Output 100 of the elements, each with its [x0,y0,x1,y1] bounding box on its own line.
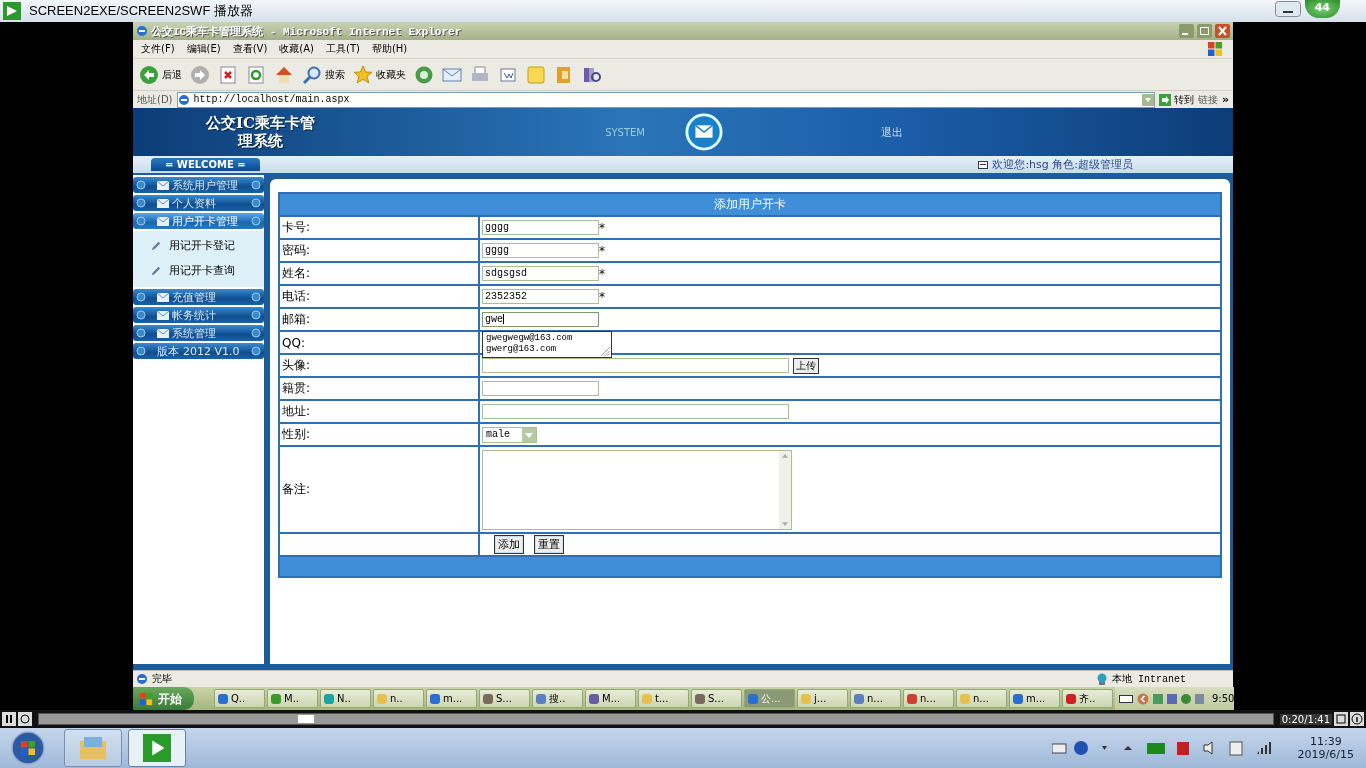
input-field[interactable] [482,404,789,419]
back-button[interactable]: 后退 [137,62,184,87]
input-field[interactable]: sdgsgsd [482,266,599,281]
taskbar-button[interactable]: S... [691,689,742,708]
taskbar-app-button[interactable] [128,729,186,767]
bullet-icon [251,180,261,190]
suggestion-item[interactable]: gwegwegw@163.com [486,333,573,344]
input-field[interactable]: 2352352 [482,289,599,304]
form-button[interactable]: 重置 [534,535,564,554]
input-field[interactable] [482,358,789,373]
taskbar-button[interactable]: 齐.. [1062,689,1113,708]
tray-clock: 9:50 [1212,693,1235,704]
menu-item[interactable]: 编辑(E) [186,42,221,56]
envelope-icon [157,216,169,226]
form-title: 添加用户开卡 [279,193,1221,216]
pencil-icon [151,240,161,251]
address-field[interactable]: http://localhost/main.aspx [176,91,1155,108]
app-icon [482,692,494,705]
bullet-icon [251,310,261,320]
search-button[interactable]: 搜索 [300,62,347,87]
zone-label: 本地 Intranet [1112,672,1186,686]
scrollbar[interactable] [779,450,791,529]
upload-button[interactable]: 上传 [793,357,819,374]
notification-badge: 44 [1304,0,1340,18]
keyboard-icon[interactable] [1119,692,1133,705]
more-chevron[interactable]: » [1221,93,1229,106]
input-field[interactable]: gggg [482,243,599,258]
bullet-icon [136,216,146,226]
start-orb-icon[interactable] [10,730,46,766]
envelope-icon [157,292,169,302]
taskbar-button[interactable]: 搜.. [532,689,583,708]
maximize-icon[interactable] [1197,24,1212,38]
taskbar-button[interactable]: n... [850,689,901,708]
progress-thumb[interactable] [298,715,315,723]
envelope-icon [157,198,169,208]
field-label: 性别: [282,427,311,441]
sidebar-link[interactable]: 用记开卡查询 [169,263,235,278]
taskbar-button[interactable]: N.. [320,689,371,708]
close-icon[interactable] [1215,24,1230,38]
menu-item[interactable]: 工具(T) [326,42,360,56]
focused-input-field[interactable]: gwe [482,312,599,327]
sidebar-item[interactable]: 个人资料 [133,195,264,211]
suggestion-item[interactable]: gwerg@163.com [486,344,557,355]
go-button[interactable]: 转到 [1158,92,1194,107]
folder-icon [78,734,108,762]
windows-logo-icon [139,691,153,706]
remarks-textarea[interactable] [482,449,792,530]
window-title: 公交IC乘车卡管理系统 - Microsoft Internet Explorer [151,24,462,39]
ie-icon [136,25,148,37]
sidebar-item[interactable]: 系统管理 [133,325,264,341]
input-field[interactable]: gggg [482,220,599,235]
taskbar-button[interactable]: n.. [373,689,424,708]
app-icon [853,692,865,705]
pause-icon[interactable] [2,712,16,726]
required-mark: * [599,289,605,304]
menu-item[interactable]: 帮助(H) [371,42,408,56]
taskbar-button[interactable]: m... [1009,689,1060,708]
form-button[interactable]: 添加 [494,535,524,554]
sidebar-link[interactable]: 用记开卡登记 [169,238,235,253]
app-icon [270,692,282,705]
sidebar-item[interactable]: 帐务统计 [133,307,264,323]
taskbar-button[interactable]: n... [903,689,954,708]
taskbar-button[interactable]: S... [479,689,530,708]
resize-grip-icon[interactable] [601,347,610,356]
bullet-icon [251,292,261,302]
taskbar-button[interactable]: Q.. [214,689,265,708]
input-field[interactable] [482,381,599,396]
taskbar-button[interactable]: M... [585,689,636,708]
sidebar-item[interactable]: 用户开卡管理 [133,213,264,229]
menu-item[interactable]: 查看(V) [232,42,268,56]
taskbar-button[interactable]: j... [797,689,848,708]
start-button[interactable]: 开始 [133,687,194,710]
sidebar-item[interactable]: 系统用户管理 [133,177,264,193]
taskbar-button[interactable]: M.. [267,689,318,708]
field-label: QQ: [282,335,305,350]
network-icon [1096,673,1108,685]
progress-track[interactable] [38,713,1274,725]
app-icon [588,692,600,705]
taskbar-button[interactable]: m... [426,689,477,708]
minimize-icon[interactable] [1274,1,1301,17]
fullscreen-icon[interactable] [1334,712,1348,726]
taskbar-button[interactable]: n... [956,689,1007,708]
links-label[interactable]: 链接 [1197,92,1218,107]
taskbar-app-button[interactable] [64,729,122,767]
version-label: 版本 2012 V1.0 [156,343,241,359]
autocomplete-dropdown[interactable]: gwegwegw@163.com gwerg@163.com [482,331,612,358]
field-label: 地址: [282,404,311,418]
logout-link[interactable]: 退出 [881,124,903,140]
address-label: 地址(D) [137,92,173,107]
bullet-icon [136,198,146,208]
menu-item[interactable]: 收藏(A) [279,42,314,56]
menu-item[interactable]: 文件(F) [141,42,175,56]
info-icon[interactable] [1350,712,1364,726]
taskbar-button[interactable]: t... [638,689,689,708]
sidebar-item[interactable]: 充值管理 [133,289,264,305]
stop-icon[interactable] [18,712,32,726]
favorites-button[interactable]: 收藏夹 [351,62,408,87]
time-display: 0:20/1:41 [1279,713,1332,725]
url-text: http://localhost/main.aspx [193,94,350,105]
required-mark: * [599,243,605,258]
